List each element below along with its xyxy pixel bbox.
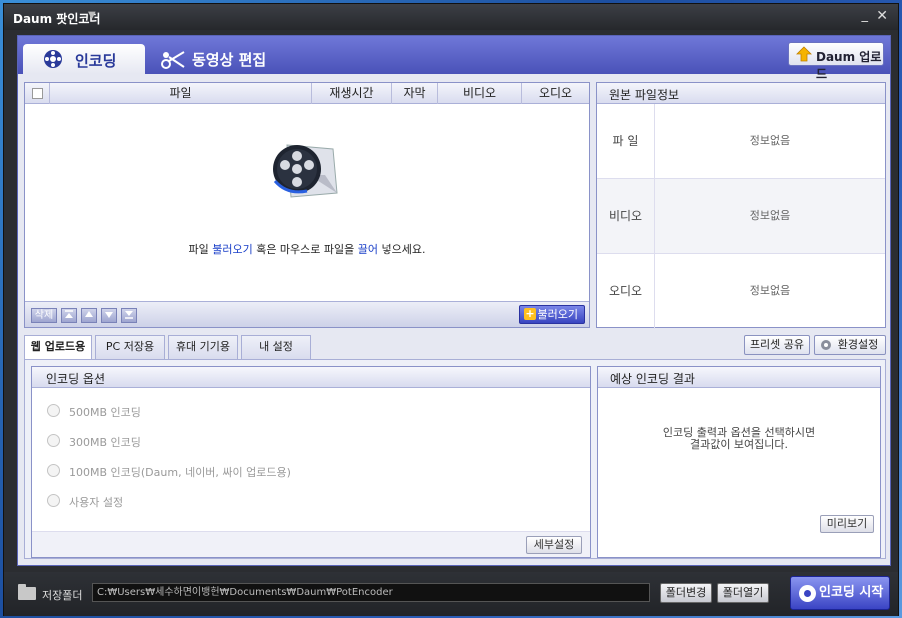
radio-500mb[interactable] bbox=[47, 404, 60, 417]
load-link[interactable]: 불러오기 bbox=[212, 243, 252, 256]
move-down-icon bbox=[105, 312, 113, 318]
daum-upload-label: Daum 업로드 bbox=[816, 50, 882, 81]
column-audio[interactable]: 오디오 bbox=[521, 83, 589, 104]
top-tab-bar: 인코딩 동영상 편집 Daum 업로드 bbox=[18, 36, 890, 81]
move-bottom-button[interactable] bbox=[121, 308, 137, 323]
title-menu-dropdown-icon[interactable]: ▼ bbox=[88, 10, 96, 21]
title-bar: Daum 팟인코더 ▼ _ ✕ bbox=[4, 4, 898, 30]
column-duration[interactable]: 재생시간 bbox=[311, 83, 391, 104]
info-row-file: 파 일 정보없음 bbox=[597, 104, 885, 179]
expected-result-panel: 예상 인코딩 결과 인코딩 출력과 옵션을 선택하시면 결과값이 보여집니다. … bbox=[597, 366, 881, 558]
move-top-button[interactable] bbox=[61, 308, 77, 323]
settings-button[interactable]: 환경설정 bbox=[814, 335, 886, 355]
app-window: Daum 팟인코더 ▼ _ ✕ 인코딩 동영상 편집 Daum 업로드 파일 재… bbox=[3, 3, 899, 616]
info-value-video: 정보없음 bbox=[749, 209, 791, 222]
open-folder-button[interactable]: 폴더열기 bbox=[717, 583, 769, 603]
move-down-button[interactable] bbox=[101, 308, 117, 323]
preset-share-button[interactable]: 프리셋 공유 bbox=[744, 335, 810, 355]
column-subtitle[interactable]: 자막 bbox=[391, 83, 437, 104]
load-files-button[interactable]: + 불러오기 bbox=[519, 305, 585, 324]
empty-prefix: 파일 bbox=[188, 243, 213, 256]
info-key-audio: 오디오 bbox=[597, 254, 655, 329]
options-area: 인코딩 옵션 500MB 인코딩 300MB 인코딩 100MB 인코딩(Dau… bbox=[24, 359, 886, 559]
delete-button[interactable]: 삭제 bbox=[31, 308, 57, 323]
encoding-options-title: 인코딩 옵션 bbox=[46, 372, 106, 386]
info-key-video: 비디오 bbox=[597, 179, 655, 253]
settings-label: 환경설정 bbox=[837, 338, 879, 351]
tab-mobile[interactable]: 휴대 기기용 bbox=[168, 335, 238, 359]
info-key-file: 파 일 bbox=[597, 104, 655, 178]
film-reel-icon bbox=[273, 144, 338, 198]
column-file[interactable]: 파일 bbox=[49, 83, 311, 104]
tab-encoding[interactable]: 인코딩 bbox=[23, 44, 145, 74]
tab-video-edit-label: 동영상 편집 bbox=[192, 51, 267, 69]
bottom-bar: 저장폴더 C:₩Users₩세수하면이뱅헌₩Documents₩Daum₩Pot… bbox=[4, 572, 898, 616]
move-bottom-icon bbox=[125, 311, 133, 319]
start-encoding-label: 인코딩 시작 bbox=[819, 585, 884, 600]
source-info-panel: 원본 파일정보 파 일 정보없음 비디오 정보없음 오디오 정보없음 bbox=[596, 82, 886, 329]
info-row-audio: 오디오 정보없음 bbox=[597, 254, 885, 329]
file-list-toolbar: 삭제 + 불러오기 bbox=[25, 301, 589, 327]
daum-upload-button[interactable]: Daum 업로드 bbox=[788, 42, 884, 81]
main-frame: 인코딩 동영상 편집 Daum 업로드 파일 재생시간 자막 비디오 오디오 파… bbox=[17, 35, 891, 566]
minimize-button[interactable]: _ bbox=[862, 8, 869, 23]
empty-suffix: 넣으세요. bbox=[378, 243, 426, 256]
tab-web-upload[interactable]: 웹 업로드용 bbox=[24, 335, 92, 360]
expected-result-message: 인코딩 출력과 옵션을 선택하시면 결과값이 보여집니다. bbox=[598, 427, 880, 451]
move-up-icon bbox=[85, 311, 93, 317]
encoding-options-footer: 세부설정 bbox=[32, 531, 590, 557]
expected-result-title: 예상 인코딩 결과 bbox=[610, 372, 695, 386]
close-button[interactable]: ✕ bbox=[876, 8, 888, 24]
file-list-header: 파일 재생시간 자막 비디오 오디오 bbox=[25, 83, 589, 104]
scissors-film-icon bbox=[161, 51, 185, 69]
tab-encoding-label: 인코딩 bbox=[75, 52, 117, 70]
move-top-icon bbox=[65, 310, 73, 318]
option-500mb-label: 500MB 인코딩 bbox=[69, 406, 141, 419]
change-folder-button[interactable]: 폴더변경 bbox=[660, 583, 712, 603]
info-value-audio: 정보없음 bbox=[749, 284, 791, 297]
encoding-options-header: 인코딩 옵션 bbox=[32, 367, 590, 388]
radio-300mb[interactable] bbox=[47, 434, 60, 447]
detail-settings-button[interactable]: 세부설정 bbox=[526, 536, 582, 554]
select-all-checkbox[interactable] bbox=[32, 88, 43, 99]
expected-result-line2: 결과값이 보여집니다. bbox=[689, 438, 789, 451]
load-files-label: 불러오기 bbox=[537, 308, 578, 321]
column-video[interactable]: 비디오 bbox=[437, 83, 521, 104]
drag-link: 끌어 bbox=[357, 243, 379, 256]
option-custom-label: 사용자 설정 bbox=[69, 496, 124, 509]
folder-icon bbox=[18, 584, 36, 600]
empty-mid: 혹은 마우스로 파일을 bbox=[252, 243, 358, 256]
tab-pc-save[interactable]: PC 저장용 bbox=[95, 335, 165, 359]
gear-icon bbox=[821, 340, 831, 350]
option-100mb-label: 100MB 인코딩(Daum, 네이버, 싸이 업로드용) bbox=[69, 466, 291, 479]
encoding-options-panel: 인코딩 옵션 500MB 인코딩 300MB 인코딩 100MB 인코딩(Dau… bbox=[31, 366, 591, 558]
radio-custom[interactable] bbox=[47, 494, 60, 507]
tab-my-settings[interactable]: 내 설정 bbox=[241, 335, 311, 359]
file-list-panel[interactable]: 파일 재생시간 자막 비디오 오디오 파일 불러오기 혹은 마우스로 파일을 끌… bbox=[24, 82, 590, 328]
start-encoding-button[interactable]: 인코딩 시작 bbox=[790, 576, 890, 610]
upload-arrow-icon bbox=[796, 46, 812, 62]
radio-100mb[interactable] bbox=[47, 464, 60, 477]
info-value-file: 정보없음 bbox=[749, 134, 791, 147]
tab-video-edit[interactable]: 동영상 편집 bbox=[154, 44, 274, 74]
film-reel-icon bbox=[44, 50, 62, 68]
info-row-video: 비디오 정보없음 bbox=[597, 179, 885, 254]
plus-icon: + bbox=[524, 307, 536, 320]
save-folder-path[interactable]: C:₩Users₩세수하면이뱅헌₩Documents₩Daum₩PotEncod… bbox=[92, 583, 650, 602]
source-info-title: 원본 파일정보 bbox=[609, 88, 680, 102]
option-300mb-label: 300MB 인코딩 bbox=[69, 436, 141, 449]
empty-list-message: 파일 불러오기 혹은 마우스로 파일을 끌어 넣으세요. bbox=[25, 241, 589, 257]
film-reel-icon bbox=[799, 585, 816, 602]
preview-button[interactable]: 미리보기 bbox=[820, 515, 874, 533]
save-folder-label: 저장폴더 bbox=[42, 589, 83, 602]
expected-result-header: 예상 인코딩 결과 bbox=[598, 367, 880, 388]
source-info-header: 원본 파일정보 bbox=[597, 83, 885, 104]
move-up-button[interactable] bbox=[81, 308, 97, 323]
